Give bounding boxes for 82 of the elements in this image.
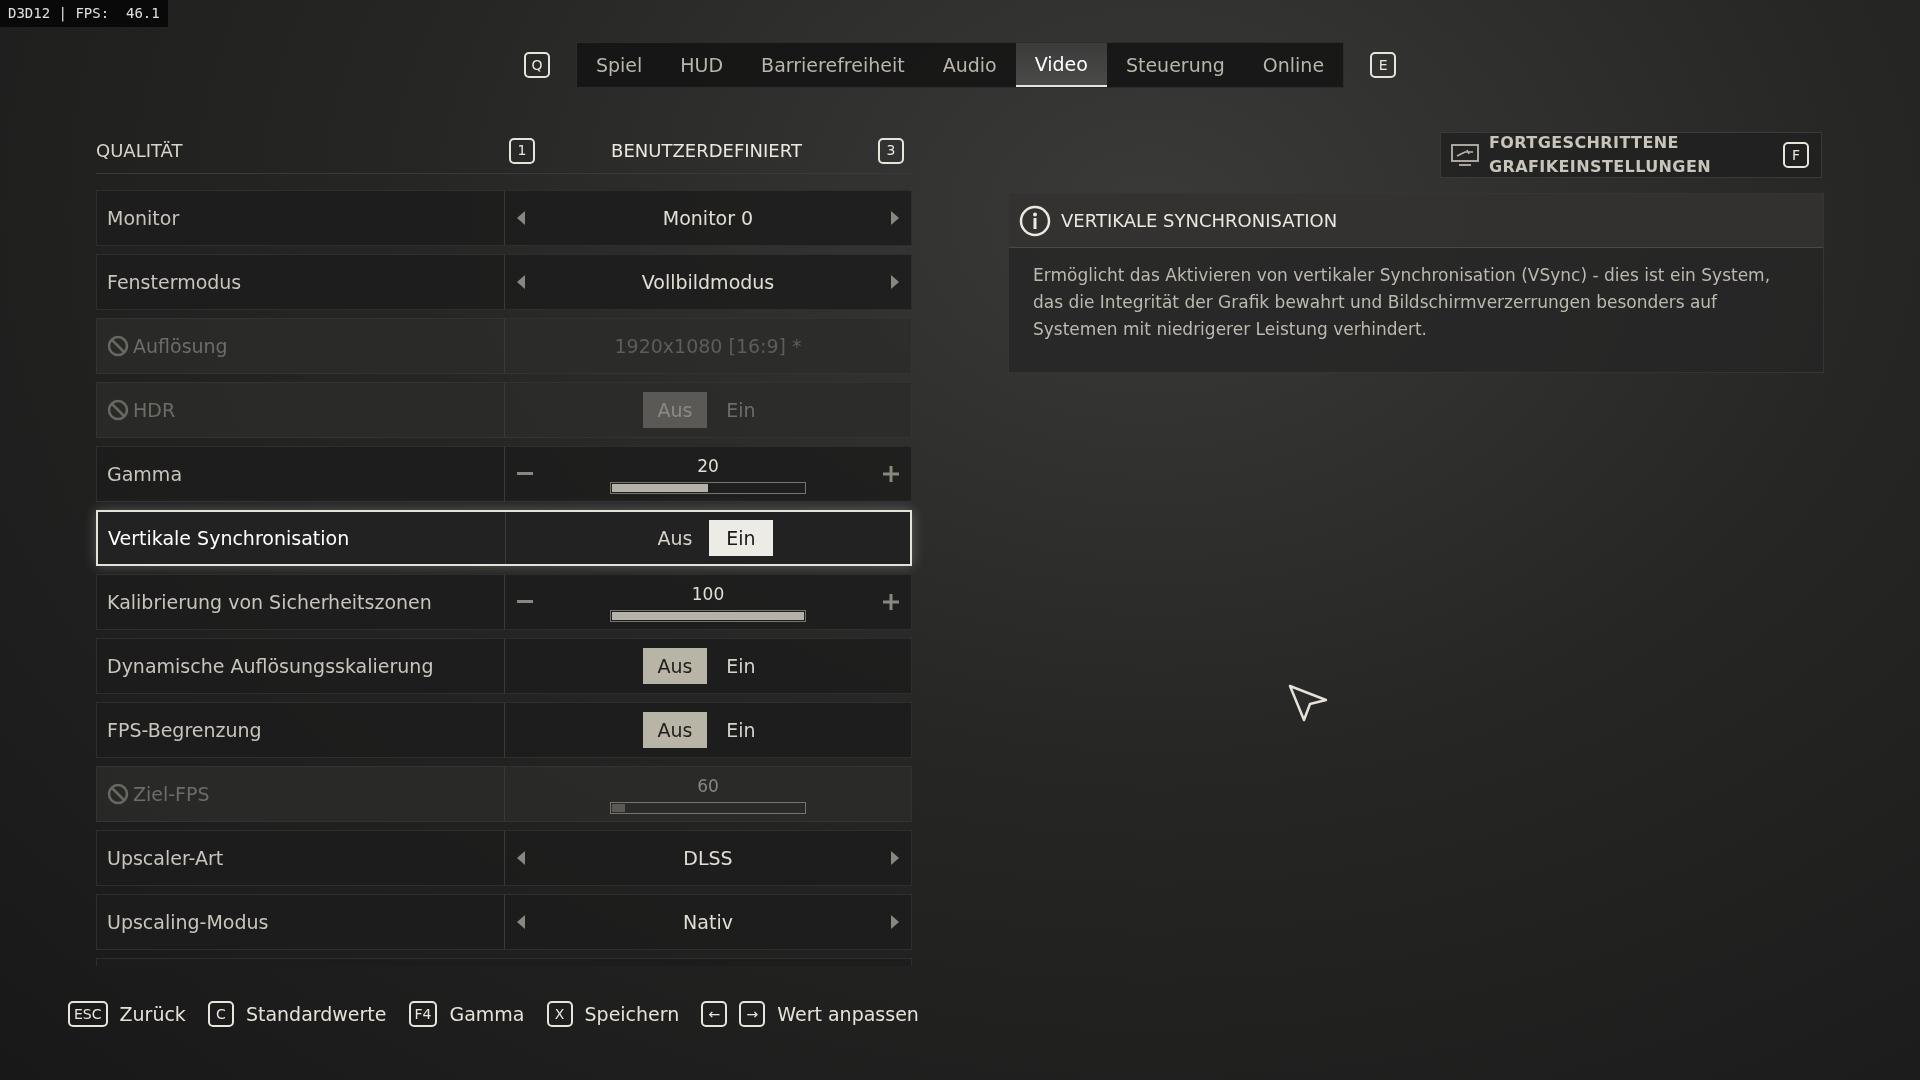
- footer-hint-label[interactable]: Gamma: [449, 1000, 525, 1029]
- arrow-right-icon[interactable]: [891, 275, 899, 289]
- advanced-graphics-button[interactable]: FORTGESCHRITTENE GRAFIKEINSTELLUNGEN F: [1440, 132, 1822, 178]
- key-hint: E: [1370, 52, 1397, 78]
- minus-icon[interactable]: [517, 600, 533, 604]
- info-icon: [1019, 204, 1051, 237]
- key-hint: Q: [523, 52, 550, 78]
- plus-icon[interactable]: [883, 594, 899, 610]
- arrow-left-icon[interactable]: [517, 915, 525, 929]
- key-hint: ←: [701, 1001, 728, 1028]
- toggle-option[interactable]: Aus: [643, 712, 707, 748]
- key-hint: ESC: [68, 1001, 108, 1028]
- toggle-option[interactable]: Ein: [709, 520, 773, 556]
- section-title: QUALITÄT: [96, 139, 184, 163]
- toggle-option[interactable]: Ein: [709, 712, 773, 748]
- minus-icon[interactable]: [517, 472, 533, 476]
- setting-label: Fenstermodus: [107, 269, 242, 295]
- blocked-icon: [107, 335, 129, 357]
- key-hint: F: [1783, 142, 1809, 168]
- setting-row[interactable]: Upscaling-Modus Nativ: [96, 894, 912, 950]
- slider-value: 20: [697, 455, 719, 479]
- setting-label: Vertikale Synchronisation: [108, 525, 350, 551]
- setting-row[interactable]: Monitor Monitor 0: [96, 190, 912, 246]
- tab[interactable]: Audio: [923, 43, 1016, 87]
- setting-row[interactable]: Dynamische Auflösungsskalierung Aus Ein: [96, 638, 912, 694]
- tab[interactable]: Steuerung: [1106, 43, 1244, 87]
- setting-value: Vollbildmodus: [641, 269, 775, 295]
- setting-label: Ziel-FPS: [133, 781, 210, 807]
- setting-label: FPS-Begrenzung: [107, 717, 262, 743]
- arrow-left-icon[interactable]: [517, 851, 525, 865]
- key-hint: →: [739, 1001, 766, 1028]
- debug-overlay: D3D12 | FPS: 46.1: [0, 0, 168, 27]
- arrow-right-icon[interactable]: [891, 211, 899, 225]
- toggle-option[interactable]: Aus: [643, 520, 707, 556]
- setting-label: Kalibrierung von Sicherheitszonen: [107, 589, 432, 615]
- arrow-left-icon[interactable]: [517, 275, 525, 289]
- plus-icon[interactable]: [883, 466, 899, 482]
- setting-label: Dynamische Auflösungsskalierung: [107, 653, 434, 679]
- blocked-icon: [107, 783, 129, 805]
- preset-prev-key[interactable]: 1: [509, 137, 535, 164]
- setting-row[interactable]: Gamma 20: [96, 446, 912, 502]
- setting-row[interactable]: FPS-Begrenzung Aus Ein: [96, 702, 912, 758]
- tab[interactable]: Online: [1243, 43, 1344, 87]
- setting-label: Monitor: [107, 205, 180, 231]
- info-text: Ermöglicht das Aktivieren von vertikaler Synchronisation (VSync) - dies ist ein System, das die Integrität der Grafik bewahrt und Bildschirmverzerrungen besonders auf Systemen mit niedrigerer Leistung verhindert.: [1032, 264, 1772, 341]
- setting-value: Nativ: [683, 909, 733, 935]
- footer-hint-label[interactable]: Wert anpassen: [777, 1000, 919, 1029]
- monitor-icon: [1451, 143, 1479, 167]
- setting-label: Upscaler-Art: [107, 845, 224, 871]
- setting-row[interactable]: Fenstermodus Vollbildmodus: [96, 254, 912, 310]
- arrow-left-icon[interactable]: [517, 211, 525, 225]
- arrow-right-icon[interactable]: [891, 915, 899, 929]
- toggle-option[interactable]: Aus: [643, 648, 707, 684]
- key-hint: C: [207, 1001, 234, 1028]
- preset-value: BENUTZERDEFINIERT: [610, 139, 803, 163]
- toggle-option[interactable]: Ein: [709, 648, 773, 684]
- tab[interactable]: HUD: [661, 43, 743, 87]
- footer-hint-label[interactable]: Standardwerte: [245, 1000, 387, 1029]
- cursor-icon: [1288, 684, 1328, 722]
- slider-value: 60: [697, 775, 719, 799]
- tab[interactable]: Spiel: [576, 43, 662, 87]
- setting-value: Monitor 0: [662, 205, 754, 231]
- setting-label: HDR: [133, 397, 176, 423]
- footer-hint-label[interactable]: Speichern: [584, 1000, 680, 1029]
- slider-value: 100: [691, 583, 725, 607]
- preset-next-key[interactable]: 3: [878, 137, 904, 164]
- slider-track[interactable]: [610, 481, 806, 494]
- arrow-right-icon[interactable]: [891, 851, 899, 865]
- footer-hint-label[interactable]: Zurück: [119, 1000, 186, 1029]
- blocked-icon: [107, 399, 129, 421]
- tab[interactable]: Barrierefreiheit: [742, 43, 924, 87]
- setting-label: Upscaling-Modus: [107, 909, 269, 935]
- setting-row[interactable]: Kalibrierung von Sicherheitszonen 100: [96, 574, 912, 630]
- setting-row[interactable]: Vertikale Synchronisation Aus Ein: [96, 510, 912, 566]
- tab[interactable]: Video: [1015, 43, 1107, 87]
- key-hint: F4: [408, 1001, 438, 1028]
- info-title: VERTIKALE SYNCHRONISATION: [1061, 209, 1338, 233]
- setting-label: Gamma: [107, 461, 183, 487]
- key-hint: X: [546, 1001, 573, 1028]
- setting-row[interactable]: Upscaler-Art DLSS: [96, 830, 912, 886]
- setting-value: DLSS: [683, 845, 733, 871]
- setting-label: Auflösung: [133, 333, 228, 359]
